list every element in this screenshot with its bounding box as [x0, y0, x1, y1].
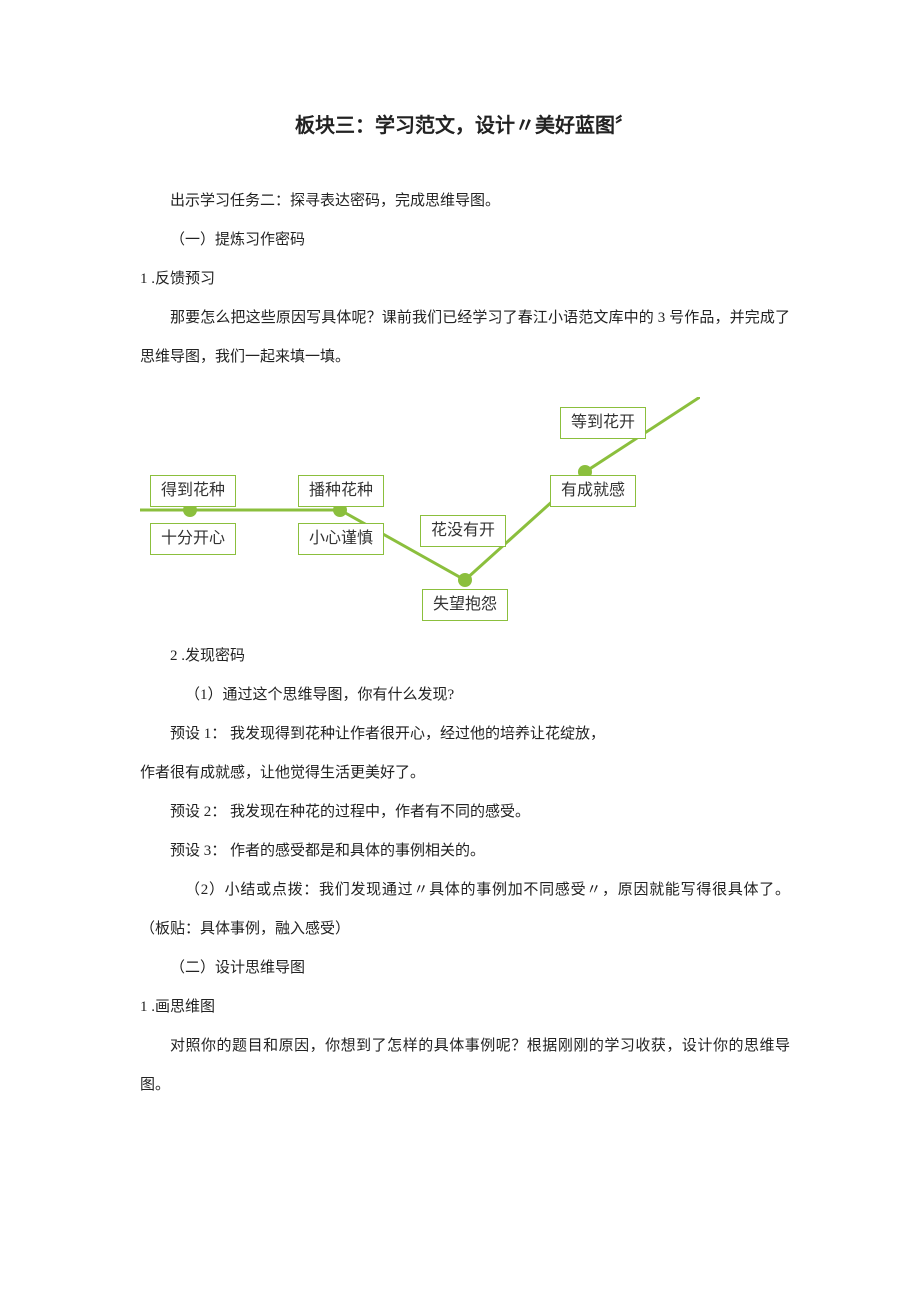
feeling-label-3: 失望抱怨	[422, 589, 508, 621]
event-label-2: 播种花种	[298, 475, 384, 507]
section-1-heading: （一）提炼习作密码	[140, 221, 790, 260]
preset-3: 预设 3： 作者的感受都是和具体的事例相关的。	[140, 832, 790, 871]
item-1-body: 那要怎么把这些原因写具体呢？课前我们已经学习了春江小语范文库中的 3 号作品，并…	[140, 299, 790, 377]
item-3-heading: 1 .画思维图	[140, 988, 790, 1027]
feeling-label-4: 有成就感	[550, 475, 636, 507]
preset-1b: 作者很有成就感，让他觉得生活更美好了。	[140, 754, 790, 793]
task-intro: 出示学习任务二：探寻表达密码，完成思维导图。	[140, 182, 790, 221]
question-1: （1）通过这个思维导图，你有什么发现?	[140, 676, 790, 715]
page-title: 板块三：学习范文，设计〃美好蓝图〞	[140, 100, 790, 152]
event-label-1: 得到花种	[150, 475, 236, 507]
item-2-heading: 2 .发现密码	[140, 637, 790, 676]
node-3	[458, 573, 472, 587]
mind-map-chart: 得到花种 播种花种 花没有开 等到花开 十分开心 小心谨慎 失望抱怨 有成就感	[140, 397, 700, 627]
preset-1a: 预设 1： 我发现得到花种让作者很开心，经过他的培养让花绽放，	[140, 715, 790, 754]
event-label-4: 等到花开	[560, 407, 646, 439]
summary-2: （2）小结或点拨：我们发现通过〃具体的事例加不同感受〃，原因就能写得很具体了。 …	[140, 871, 790, 949]
document-page: 板块三：学习范文，设计〃美好蓝图〞 出示学习任务二：探寻表达密码，完成思维导图。…	[0, 0, 920, 1205]
item-3-body: 对照你的题目和原因，你想到了怎样的具体事例呢？根据刚刚的学习收获，设计你的思维导…	[140, 1027, 790, 1105]
feeling-label-1: 十分开心	[150, 523, 236, 555]
item-1-heading: 1 .反馈预习	[140, 260, 790, 299]
preset-2: 预设 2： 我发现在种花的过程中，作者有不同的感受。	[140, 793, 790, 832]
section-2-heading: （二）设计思维导图	[140, 949, 790, 988]
event-label-3: 花没有开	[420, 515, 506, 547]
feeling-label-2: 小心谨慎	[298, 523, 384, 555]
